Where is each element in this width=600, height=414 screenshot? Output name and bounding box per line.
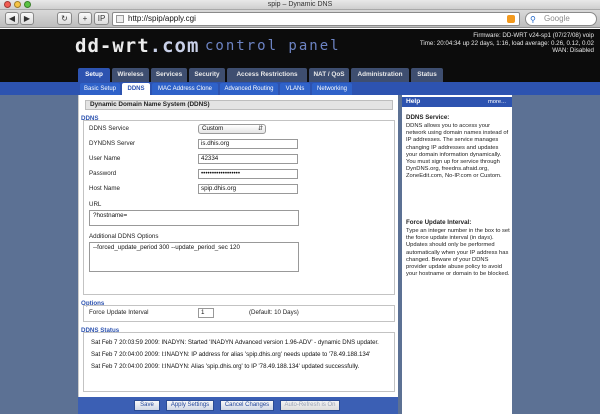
router-page: dd-wrt.com control panel Firmware: DD-WR…: [0, 29, 600, 414]
main-content: Dynamic Domain Name System (DDNS) DDNS D…: [78, 95, 398, 414]
search-placeholder: Google: [544, 14, 570, 23]
status-line: Sat Feb 7 20:04:00 2009: I:INADYN: IP ad…: [91, 351, 371, 358]
ddwrt-logo: dd-wrt.com: [75, 35, 200, 57]
control-panel-label: control panel: [205, 38, 341, 54]
additional-options-textarea[interactable]: --forced_update_period 300 --update_peri…: [89, 242, 299, 272]
subtab-ddns[interactable]: DDNS: [122, 83, 150, 95]
url-textarea[interactable]: ?hostname=: [89, 210, 299, 226]
search-field[interactable]: ⚲ Google: [525, 12, 597, 26]
tab-administration[interactable]: Administration: [351, 68, 409, 82]
force-update-input[interactable]: 1: [198, 308, 214, 318]
help-force-text: Type an integer number in the box to set…: [406, 228, 510, 278]
help-panel: Help more... DDNS Service: DDNS allows y…: [402, 95, 512, 414]
additional-options-label: Additional DDNS Options: [89, 233, 159, 240]
window-title: spip – Dynamic DNS: [267, 1, 333, 8]
add-bookmark-button[interactable]: +: [78, 12, 92, 25]
ddns-service-select[interactable]: Custom ⇵: [198, 124, 266, 134]
subtab-vlans[interactable]: VLANs: [280, 83, 310, 95]
system-info: Firmware: DD-WRT v24-sp1 (07/27/08) voip…: [420, 32, 594, 55]
left-margin: [0, 95, 78, 414]
tab-setup[interactable]: Setup: [78, 68, 110, 82]
ddns-service-label: DDNS Service: [89, 125, 129, 132]
help-more-link[interactable]: more...: [488, 97, 506, 107]
tab-security[interactable]: Security: [189, 68, 225, 82]
url-text: http://spip/apply.cgi: [128, 14, 196, 23]
tab-wireless[interactable]: Wireless: [112, 68, 149, 82]
tab-services[interactable]: Services: [151, 68, 187, 82]
subtab-mac-address-clone[interactable]: MAC Address Clone: [152, 83, 218, 95]
apply-settings-button[interactable]: Apply Settings: [166, 400, 214, 411]
wan-text: WAN: Disabled: [552, 47, 594, 55]
main-tabs: Setup Wireless Services Security Access …: [0, 66, 600, 82]
right-margin: [512, 95, 600, 414]
ip-button[interactable]: IP: [94, 12, 109, 25]
back-button[interactable]: ◀: [5, 12, 19, 25]
rss-icon[interactable]: [507, 15, 515, 23]
title-bar: spip – Dynamic DNS: [0, 0, 600, 10]
favicon-icon: [116, 15, 124, 23]
browser-window: spip – Dynamic DNS ◀ ▶ ↻ + IP http://spi…: [0, 0, 600, 414]
tab-status[interactable]: Status: [411, 68, 443, 82]
dyndns-server-input[interactable]: is.dhis.org: [198, 139, 298, 149]
firmware-text: Firmware: DD-WRT v24-sp1 (07/27/08) voip: [473, 32, 594, 39]
help-ddns-text: DDNS allows you to access your network u…: [406, 123, 509, 180]
cancel-changes-button[interactable]: Cancel Changes: [220, 400, 274, 411]
reload-button[interactable]: ↻: [57, 12, 72, 25]
help-header: Help more...: [402, 97, 512, 107]
status-line: Sat Feb 7 20:04:00 2009: I:INADYN: Alias…: [91, 363, 360, 370]
help-ddns-title: DDNS Service:: [406, 114, 450, 121]
tab-access-restrictions[interactable]: Access Restrictions: [227, 68, 307, 82]
forward-button[interactable]: ▶: [20, 12, 34, 25]
password-input[interactable]: ••••••••••••••••••: [198, 169, 298, 179]
help-title: Help: [406, 98, 421, 105]
action-bar: Save Apply Settings Cancel Changes Auto-…: [78, 397, 398, 414]
save-button[interactable]: Save: [134, 400, 160, 411]
page-header: dd-wrt.com control panel Firmware: DD-WR…: [0, 29, 600, 66]
search-icon: ⚲: [530, 15, 536, 24]
section-title: Dynamic Domain Name System (DDNS): [85, 100, 393, 110]
browser-toolbar: ◀ ▶ ↻ + IP http://spip/apply.cgi ⚲ Googl…: [0, 10, 600, 28]
force-update-label: Force Update Interval: [89, 309, 149, 316]
time-text: Time: 20:04:34 up 22 days, 1:16, load av…: [419, 39, 594, 47]
status-line: Sat Feb 7 20:03:59 2009: INADYN: Started…: [91, 339, 379, 346]
subtab-networking[interactable]: Networking: [312, 83, 352, 95]
password-label: Password: [89, 170, 117, 177]
address-bar[interactable]: http://spip/apply.cgi: [112, 12, 520, 26]
username-label: User Name: [89, 155, 121, 162]
url-label: URL: [89, 201, 102, 208]
hostname-label: Host Name: [89, 185, 120, 192]
force-update-default: (Default: 10 Days): [249, 309, 299, 316]
help-force-title: Force Update Interval:: [406, 219, 472, 226]
username-input[interactable]: 42334: [198, 154, 298, 164]
subtab-advanced-routing[interactable]: Advanced Routing: [220, 83, 278, 95]
chevron-updown-icon: ⇵: [257, 126, 263, 132]
ddns-service-value: Custom: [202, 125, 224, 132]
sub-tabs: Basic Setup DDNS MAC Address Clone Advan…: [0, 82, 600, 95]
subtab-basic-setup[interactable]: Basic Setup: [80, 83, 120, 95]
auto-refresh-button[interactable]: Auto-Refresh is On: [280, 400, 340, 411]
hostname-input[interactable]: spip.dhis.org: [198, 184, 298, 194]
tab-nat-qos[interactable]: NAT / QoS: [309, 68, 349, 82]
dyndns-server-label: DYNDNS Server: [89, 140, 136, 147]
